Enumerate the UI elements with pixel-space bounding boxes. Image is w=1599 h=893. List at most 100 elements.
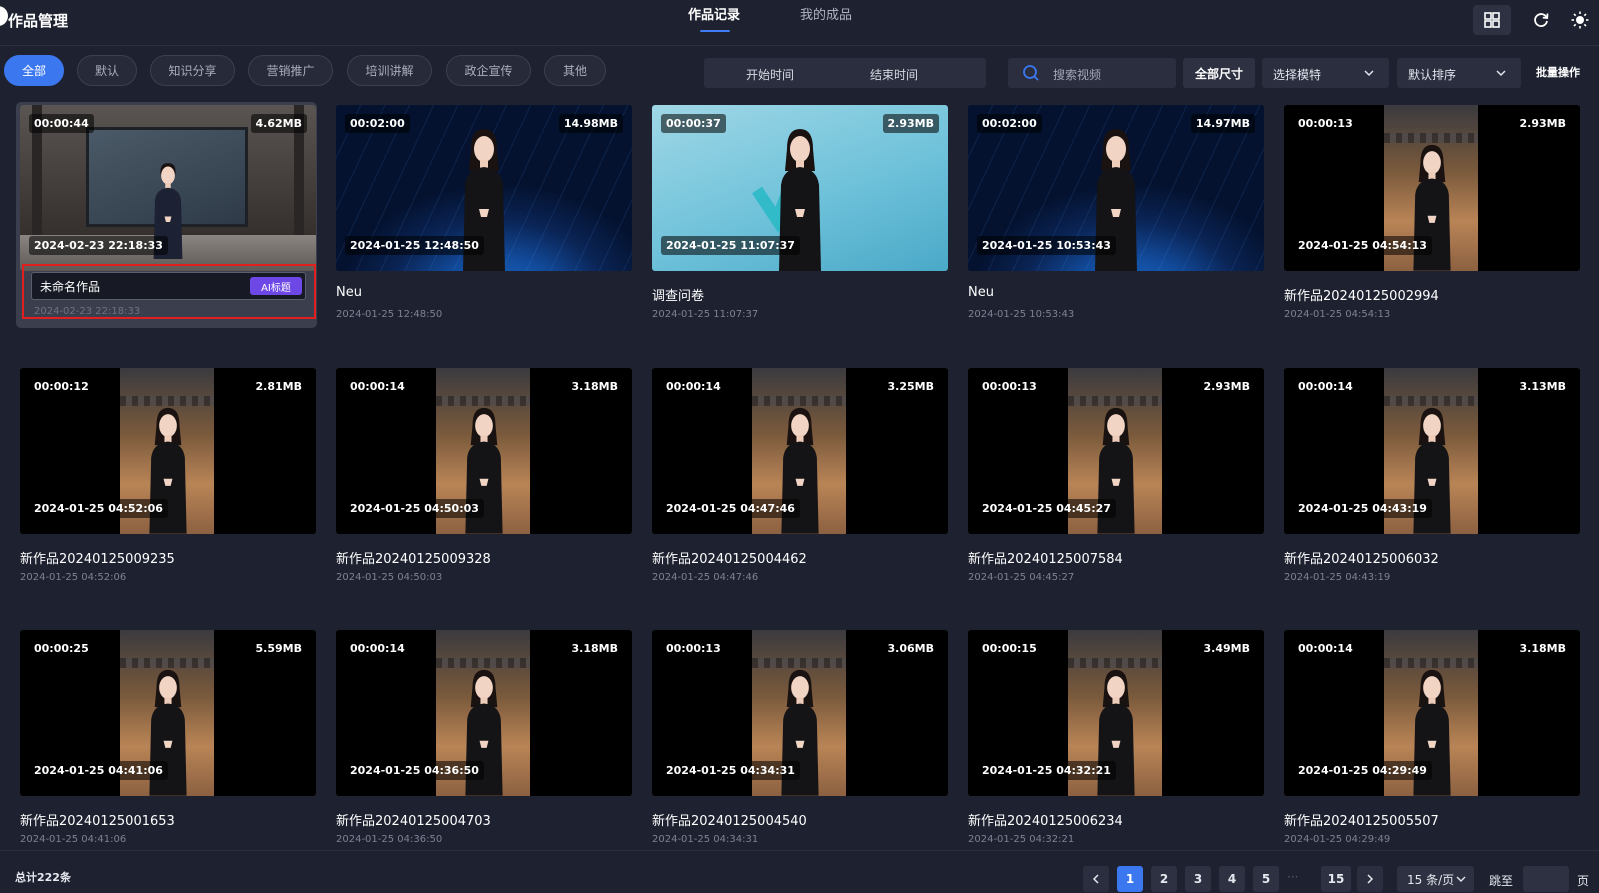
page-button-4[interactable]: 4 xyxy=(1219,866,1245,892)
search-input[interactable]: 搜索视频 xyxy=(1008,58,1176,88)
video-thumbnail[interactable]: 00:02:00 14.98MB 2024-01-25 12:48:50 xyxy=(336,105,632,271)
filter-chip-training[interactable]: 培训讲解 xyxy=(347,55,432,86)
page-size-select[interactable]: 15 条/页 xyxy=(1397,866,1474,892)
work-date: 2024-01-25 04:43:19 xyxy=(1284,572,1391,583)
app-logo-icon xyxy=(0,6,8,26)
sort-select[interactable]: 默认排序 xyxy=(1397,58,1521,88)
size-filter-button[interactable]: 全部尺寸 xyxy=(1183,58,1255,88)
next-page-button[interactable] xyxy=(1357,866,1383,892)
chevron-down-icon xyxy=(1496,70,1506,77)
work-title: 调查问卷 xyxy=(652,289,705,304)
work-date: 2024-01-25 12:48:50 xyxy=(336,309,443,320)
video-thumbnail[interactable]: 00:00:12 2.81MB 2024-01-25 04:52:06 xyxy=(20,368,316,534)
work-title: 新作品20240125009235 xyxy=(20,552,175,567)
duration-badge: 00:00:37 xyxy=(661,114,726,133)
duration-badge: 00:00:14 xyxy=(345,639,410,658)
sort-select-value: 默认排序 xyxy=(1408,68,1457,82)
prev-page-button[interactable] xyxy=(1083,866,1109,892)
thumbnail-timestamp: 2024-01-25 04:50:03 xyxy=(345,499,484,518)
file-size-badge: 3.13MB xyxy=(1514,377,1571,396)
thumbnail-timestamp: 2024-01-25 04:36:50 xyxy=(345,761,484,780)
work-title: 新作品20240125006032 xyxy=(1284,552,1439,567)
work-title: 新作品20240125006234 xyxy=(968,814,1123,829)
filter-chip-default[interactable]: 默认 xyxy=(77,55,137,86)
theme-sun-icon xyxy=(1571,11,1589,29)
thumbnail-timestamp: 2024-01-25 04:41:06 xyxy=(29,761,168,780)
thumbnail-timestamp: 2024-01-25 04:43:19 xyxy=(1293,499,1432,518)
video-thumbnail[interactable]: 00:00:14 3.18MB 2024-01-25 04:36:50 xyxy=(336,630,632,796)
date-range-picker[interactable]: 开始时间 结束时间 xyxy=(704,58,986,88)
title-edit-highlight xyxy=(22,264,316,319)
work-date: 2024-01-25 04:32:21 xyxy=(968,834,1075,845)
total-count: 总计222条 xyxy=(15,871,71,884)
tab-my-products[interactable]: 我的成品 xyxy=(800,4,852,34)
filter-chip-knowledge[interactable]: 知识分享 xyxy=(150,55,235,86)
batch-operation-button[interactable]: 批量操作 xyxy=(1536,64,1580,80)
page-ellipsis[interactable]: ··· xyxy=(1287,870,1298,884)
filter-chip-marketing[interactable]: 营销推广 xyxy=(248,55,333,86)
duration-badge: 00:00:13 xyxy=(977,377,1042,396)
file-size-badge: 14.98MB xyxy=(558,114,623,133)
duration-badge: 00:00:14 xyxy=(1293,639,1358,658)
video-thumbnail[interactable]: 00:00:37 2.93MB 2024-01-25 11:07:37 xyxy=(652,105,948,271)
thumbnail-timestamp: 2024-01-25 04:29:49 xyxy=(1293,761,1432,780)
work-date: 2024-01-25 10:53:43 xyxy=(968,309,1075,320)
video-thumbnail[interactable]: 00:00:13 2.93MB 2024-01-25 04:54:13 xyxy=(1284,105,1580,271)
page-button-3[interactable]: 3 xyxy=(1185,866,1211,892)
duration-badge: 00:00:12 xyxy=(29,377,94,396)
video-thumbnail[interactable]: 00:00:14 3.13MB 2024-01-25 04:43:19 xyxy=(1284,368,1580,534)
search-placeholder: 搜索视频 xyxy=(1053,68,1102,82)
work-date: 2024-01-25 04:36:50 xyxy=(336,834,443,845)
theme-toggle-button[interactable] xyxy=(1561,5,1599,35)
thumbnail-timestamp: 2024-01-25 04:52:06 xyxy=(29,499,168,518)
app-title: 作品管理 xyxy=(8,12,69,30)
chevron-down-icon xyxy=(1364,70,1374,77)
video-thumbnail[interactable]: 00:00:44 4.62MB 2024-02-23 22:18:33 xyxy=(20,105,316,271)
file-size-badge: 3.49MB xyxy=(1198,639,1255,658)
duration-badge: 00:00:44 xyxy=(29,114,94,133)
video-thumbnail[interactable]: 00:00:14 3.18MB 2024-01-25 04:29:49 xyxy=(1284,630,1580,796)
file-size-badge: 2.93MB xyxy=(1514,114,1571,133)
video-thumbnail[interactable]: 00:00:13 2.93MB 2024-01-25 04:45:27 xyxy=(968,368,1264,534)
page-button-2[interactable]: 2 xyxy=(1151,866,1177,892)
work-date: 2024-01-25 04:50:03 xyxy=(336,572,443,583)
page-button-1[interactable]: 1 xyxy=(1117,866,1143,892)
thumbnail-timestamp: 2024-01-25 04:45:27 xyxy=(977,499,1116,518)
duration-badge: 00:00:13 xyxy=(1293,114,1358,133)
refresh-button[interactable] xyxy=(1522,5,1560,35)
model-select[interactable]: 选择模特 xyxy=(1262,58,1389,88)
grid-view-button[interactable] xyxy=(1473,5,1511,35)
work-date: 2024-01-25 11:07:37 xyxy=(652,309,759,320)
search-icon xyxy=(1023,65,1039,81)
duration-badge: 00:00:13 xyxy=(661,639,726,658)
work-title: 新作品20240125004462 xyxy=(652,552,807,567)
chevron-right-icon xyxy=(1367,874,1374,884)
filter-chip-all[interactable]: 全部 xyxy=(4,55,64,86)
work-date: 2024-01-25 04:52:06 xyxy=(20,572,127,583)
file-size-badge: 3.25MB xyxy=(882,377,939,396)
video-thumbnail[interactable]: 00:00:25 5.59MB 2024-01-25 04:41:06 xyxy=(20,630,316,796)
work-title: 新作品20240125005507 xyxy=(1284,814,1439,829)
video-thumbnail[interactable]: 00:00:14 3.25MB 2024-01-25 04:47:46 xyxy=(652,368,948,534)
end-time-input[interactable]: 结束时间 xyxy=(870,66,918,83)
file-size-badge: 3.18MB xyxy=(566,377,623,396)
duration-badge: 00:00:14 xyxy=(345,377,410,396)
page-button-last[interactable]: 15 xyxy=(1321,866,1351,892)
filter-chip-other[interactable]: 其他 xyxy=(544,55,606,86)
video-thumbnail[interactable]: 00:00:15 3.49MB 2024-01-25 04:32:21 xyxy=(968,630,1264,796)
model-select-value: 选择模特 xyxy=(1273,68,1322,82)
thumbnail-timestamp: 2024-01-25 04:47:46 xyxy=(661,499,800,518)
video-thumbnail[interactable]: 00:00:13 3.06MB 2024-01-25 04:34:31 xyxy=(652,630,948,796)
jump-to-page-input[interactable] xyxy=(1523,866,1569,892)
work-title: Neu xyxy=(336,285,362,300)
filter-chip-government[interactable]: 政企宣传 xyxy=(446,55,531,86)
start-time-input[interactable]: 开始时间 xyxy=(746,66,794,83)
page-button-5[interactable]: 5 xyxy=(1253,866,1279,892)
file-size-badge: 2.93MB xyxy=(882,114,939,133)
tab-label: 作品记录 xyxy=(688,8,741,23)
tab-work-records[interactable]: 作品记录 xyxy=(688,4,740,34)
video-thumbnail[interactable]: 00:00:14 3.18MB 2024-01-25 04:50:03 xyxy=(336,368,632,534)
grid-view-icon xyxy=(1484,12,1500,28)
file-size-badge: 2.81MB xyxy=(250,377,307,396)
video-thumbnail[interactable]: 00:02:00 14.97MB 2024-01-25 10:53:43 xyxy=(968,105,1264,271)
